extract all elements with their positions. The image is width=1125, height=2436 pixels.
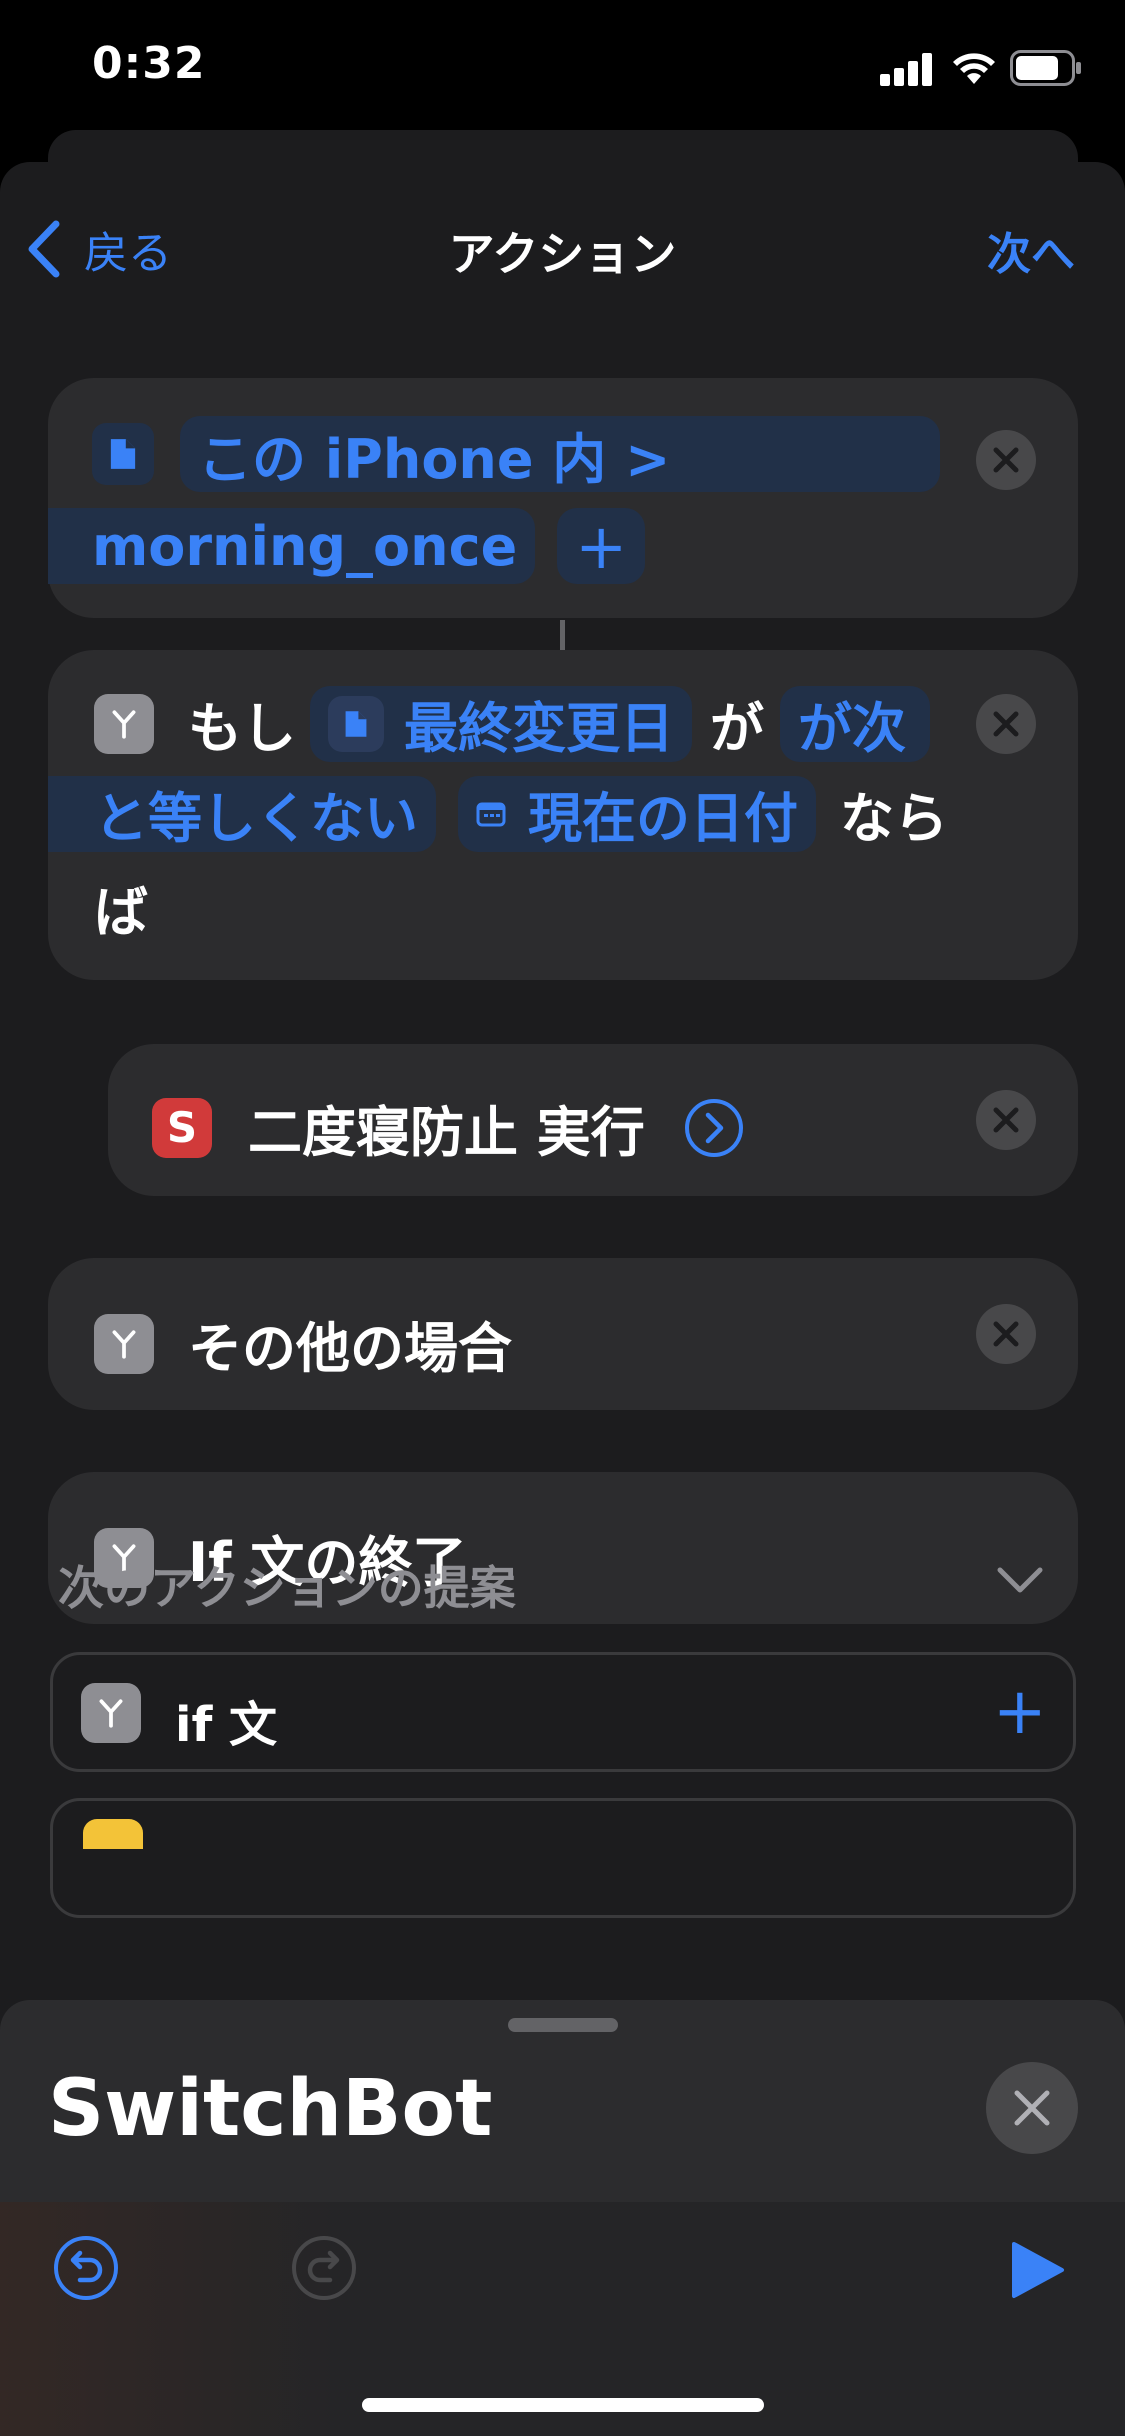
- suggestion-app-icon: [83, 1819, 143, 1849]
- location-token[interactable]: この iPhone 内 >: [180, 416, 940, 492]
- panel-grabber[interactable]: [508, 2018, 618, 2032]
- add-path-button[interactable]: +: [557, 508, 646, 584]
- filename-token[interactable]: morning_once: [48, 508, 536, 584]
- home-indicator: [362, 2398, 764, 2412]
- run-shortcut-label: 二度寝防止 実行: [248, 1101, 645, 1164]
- close-icon: [993, 1321, 1019, 1347]
- if-prefix: もし: [188, 697, 296, 760]
- remove-action-button[interactable]: [976, 1304, 1036, 1364]
- suggestion-item[interactable]: [50, 1798, 1076, 1918]
- navigation-bar: 戻る アクション 次へ: [0, 162, 1125, 332]
- file-icon: [92, 423, 154, 485]
- value-token-label: 現在の日付: [528, 787, 798, 850]
- chevron-right-circle-icon[interactable]: [683, 1097, 745, 1159]
- wifi-icon: [953, 53, 995, 84]
- condition-token[interactable]: が次: [780, 685, 930, 762]
- action-connector: [560, 620, 565, 650]
- file-icon: [328, 695, 384, 752]
- otherwise-card[interactable]: その他の場合: [48, 1258, 1078, 1410]
- if-suffix: なら: [840, 787, 948, 850]
- close-icon: [993, 711, 1019, 737]
- remove-action-button[interactable]: [976, 694, 1036, 754]
- variable-token[interactable]: 最終変更日: [310, 685, 692, 762]
- run-shortcut-card[interactable]: S 二度寝防止 実行: [108, 1044, 1078, 1196]
- remove-action-button[interactable]: [976, 430, 1036, 490]
- editor-toolbar: [0, 2202, 1125, 2436]
- condition-token-continued[interactable]: と等しくない: [48, 775, 436, 852]
- close-icon: [1014, 2090, 1050, 2126]
- suggestions-header: 次のアクションの提案: [58, 1561, 516, 1615]
- variable-token-label: 最終変更日: [404, 697, 674, 760]
- if-suffix-continued: ば: [94, 881, 148, 944]
- if-action-card[interactable]: もし 最終変更日 が が次 と等しくない 現在の日付 なら ば: [48, 650, 1078, 980]
- next-button[interactable]: 次へ: [987, 218, 1075, 282]
- bottom-panel: SwitchBot: [0, 2000, 1125, 2436]
- panel-close-button[interactable]: [986, 2062, 1078, 2154]
- play-icon[interactable]: [1010, 2240, 1066, 2300]
- shortcut-s-icon: S: [152, 1097, 212, 1158]
- branch-icon: [81, 1683, 141, 1743]
- value-token[interactable]: 現在の日付: [458, 775, 816, 852]
- cellular-signal-icon: [880, 52, 934, 86]
- undo-icon[interactable]: [52, 2234, 120, 2302]
- file-action-card[interactable]: この iPhone 内 > morning_once +: [48, 378, 1078, 618]
- close-icon: [993, 447, 1019, 473]
- status-time: 0:32: [92, 38, 206, 89]
- if-particle: が: [710, 697, 764, 760]
- otherwise-label: その他の場合: [188, 1317, 512, 1380]
- panel-title: SwitchBot: [48, 2064, 493, 2154]
- redo-icon[interactable]: [290, 2234, 358, 2302]
- add-suggestion-button[interactable]: +: [993, 1675, 1047, 1749]
- suggestion-label: if 文: [175, 1697, 278, 1753]
- close-icon: [993, 1107, 1019, 1133]
- status-bar: 0:32: [0, 0, 1125, 135]
- branch-icon: [94, 693, 154, 754]
- battery-icon: [1010, 50, 1081, 86]
- suggestion-item[interactable]: if 文 +: [50, 1652, 1076, 1772]
- page-title: アクション: [448, 227, 677, 281]
- calendar-icon: [476, 801, 506, 827]
- branch-icon: [94, 1313, 154, 1374]
- remove-action-button[interactable]: [976, 1090, 1036, 1150]
- chevron-down-icon[interactable]: [992, 1560, 1048, 1600]
